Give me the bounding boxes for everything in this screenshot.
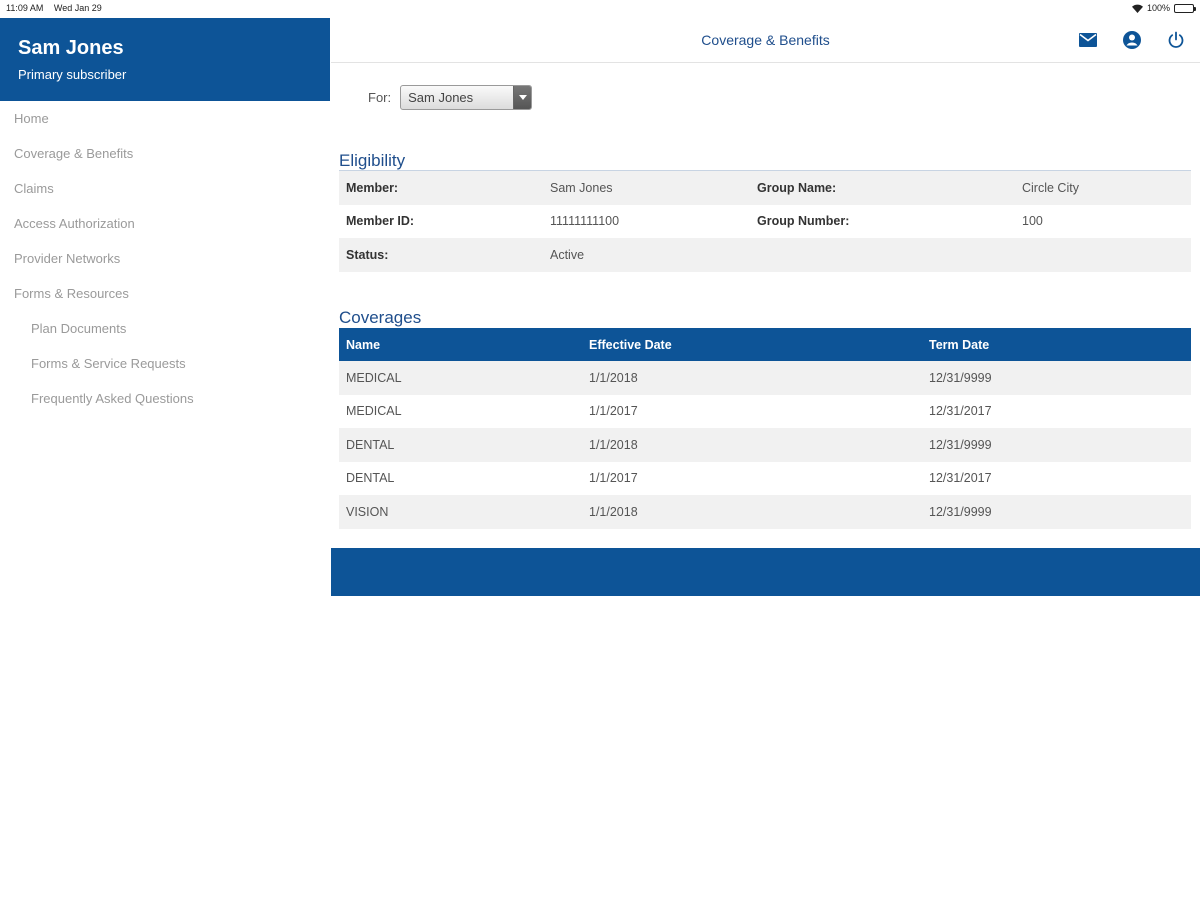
member-selector-row: For: Sam Jones	[368, 85, 533, 110]
sidebar-item-forms-service-requests[interactable]: Forms & Service Requests	[0, 346, 330, 381]
wifi-icon	[1131, 4, 1143, 13]
coverage-effective-date: 1/1/2017	[589, 471, 638, 486]
power-icon[interactable]	[1166, 30, 1186, 50]
coverages-title: Coverages	[339, 308, 422, 327]
column-header-term-date[interactable]: Term Date	[922, 328, 1191, 361]
coverage-name: MEDICAL	[346, 404, 402, 419]
table-row[interactable]: MEDICAL 1/1/2017 12/31/2017	[339, 395, 1191, 429]
table-row[interactable]: VISION 1/1/2018 12/31/9999	[339, 495, 1191, 529]
empty-value	[1015, 238, 1191, 272]
footer-bar	[331, 548, 1200, 596]
coverage-term-date: 12/31/9999	[922, 428, 1191, 462]
sidebar-item-provider-networks[interactable]: Provider Networks	[0, 241, 330, 276]
status-label: Status:	[339, 238, 543, 272]
group-number-value: 100	[1022, 214, 1043, 229]
top-header: Coverage & Benefits	[331, 18, 1200, 63]
status-date: Wed Jan 29	[53, 3, 102, 13]
sidebar-nav: Home Coverage & Benefits Claims Access A…	[0, 101, 330, 416]
member-value: Sam Jones	[543, 171, 750, 205]
coverage-term-date: 12/31/9999	[922, 495, 1191, 529]
user-panel: Sam Jones Primary subscriber	[0, 18, 330, 101]
coverage-term-date: 12/31/2017	[929, 404, 992, 419]
member-id-value: 11111111100	[550, 214, 620, 229]
status-time: 11:09 AM	[6, 3, 44, 13]
sidebar-item-home[interactable]: Home	[0, 101, 330, 136]
column-header-effective-date[interactable]: Effective Date	[582, 328, 922, 361]
mail-icon[interactable]	[1078, 30, 1098, 50]
user-role: Primary subscriber	[18, 67, 127, 82]
table-row: Status: Active	[339, 238, 1191, 272]
sidebar-item-faq[interactable]: Frequently Asked Questions	[0, 381, 330, 416]
status-bar: 11:09 AM Wed Jan 29 100%	[0, 0, 1200, 18]
coverage-effective-date: 1/1/2018	[582, 428, 922, 462]
sidebar: Sam Jones Primary subscriber Home Covera…	[0, 18, 330, 900]
table-row[interactable]: MEDICAL 1/1/2018 12/31/9999	[339, 361, 1191, 395]
eligibility-table: Member: Sam Jones Group Name: Circle Cit…	[339, 171, 1191, 272]
table-header-row: Name Effective Date Term Date	[339, 328, 1191, 361]
table-row[interactable]: DENTAL 1/1/2017 12/31/2017	[339, 462, 1191, 496]
battery-percent: 100%	[1146, 3, 1170, 13]
sidebar-item-forms-resources[interactable]: Forms & Resources	[0, 276, 330, 311]
sidebar-item-plan-documents[interactable]: Plan Documents	[0, 311, 330, 346]
member-label: Member:	[339, 171, 543, 205]
chevron-down-icon	[513, 86, 532, 109]
table-row: Member: Sam Jones Group Name: Circle Cit…	[339, 171, 1191, 205]
account-icon[interactable]	[1122, 30, 1142, 50]
for-label: For:	[368, 90, 392, 105]
column-header-name[interactable]: Name	[339, 328, 582, 361]
eligibility-title: Eligibility	[339, 151, 406, 170]
table-row: Member ID: 11111111100 Group Number: 100	[339, 205, 1191, 239]
group-name-value: Circle City	[1015, 171, 1191, 205]
coverage-effective-date: 1/1/2018	[582, 495, 922, 529]
coverage-name: DENTAL	[346, 471, 395, 486]
table-row[interactable]: DENTAL 1/1/2018 12/31/9999	[339, 428, 1191, 462]
group-name-label: Group Name:	[750, 171, 1015, 205]
user-name: Sam Jones	[18, 37, 124, 59]
page-title: Coverage & Benefits	[701, 32, 830, 48]
empty-label	[750, 238, 1015, 272]
coverage-effective-date: 1/1/2017	[589, 404, 638, 419]
status-value: Active	[543, 238, 750, 272]
coverage-name: DENTAL	[339, 428, 582, 462]
sidebar-item-claims[interactable]: Claims	[0, 171, 330, 206]
battery-icon	[1174, 3, 1196, 13]
coverages-table: Name Effective Date Term Date MEDICAL 1/…	[339, 328, 1191, 529]
coverage-effective-date: 1/1/2018	[582, 361, 922, 395]
sidebar-item-coverage-benefits[interactable]: Coverage & Benefits	[0, 136, 330, 171]
coverage-name: MEDICAL	[339, 361, 582, 395]
sidebar-item-access-authorization[interactable]: Access Authorization	[0, 206, 330, 241]
group-number-label: Group Number:	[757, 214, 850, 229]
member-id-label: Member ID:	[346, 214, 415, 229]
member-select[interactable]: Sam Jones	[400, 85, 533, 110]
coverage-term-date: 12/31/2017	[929, 471, 992, 486]
coverage-name: VISION	[339, 495, 582, 529]
member-select-value: Sam Jones	[408, 90, 474, 105]
coverage-term-date: 12/31/9999	[922, 361, 1191, 395]
